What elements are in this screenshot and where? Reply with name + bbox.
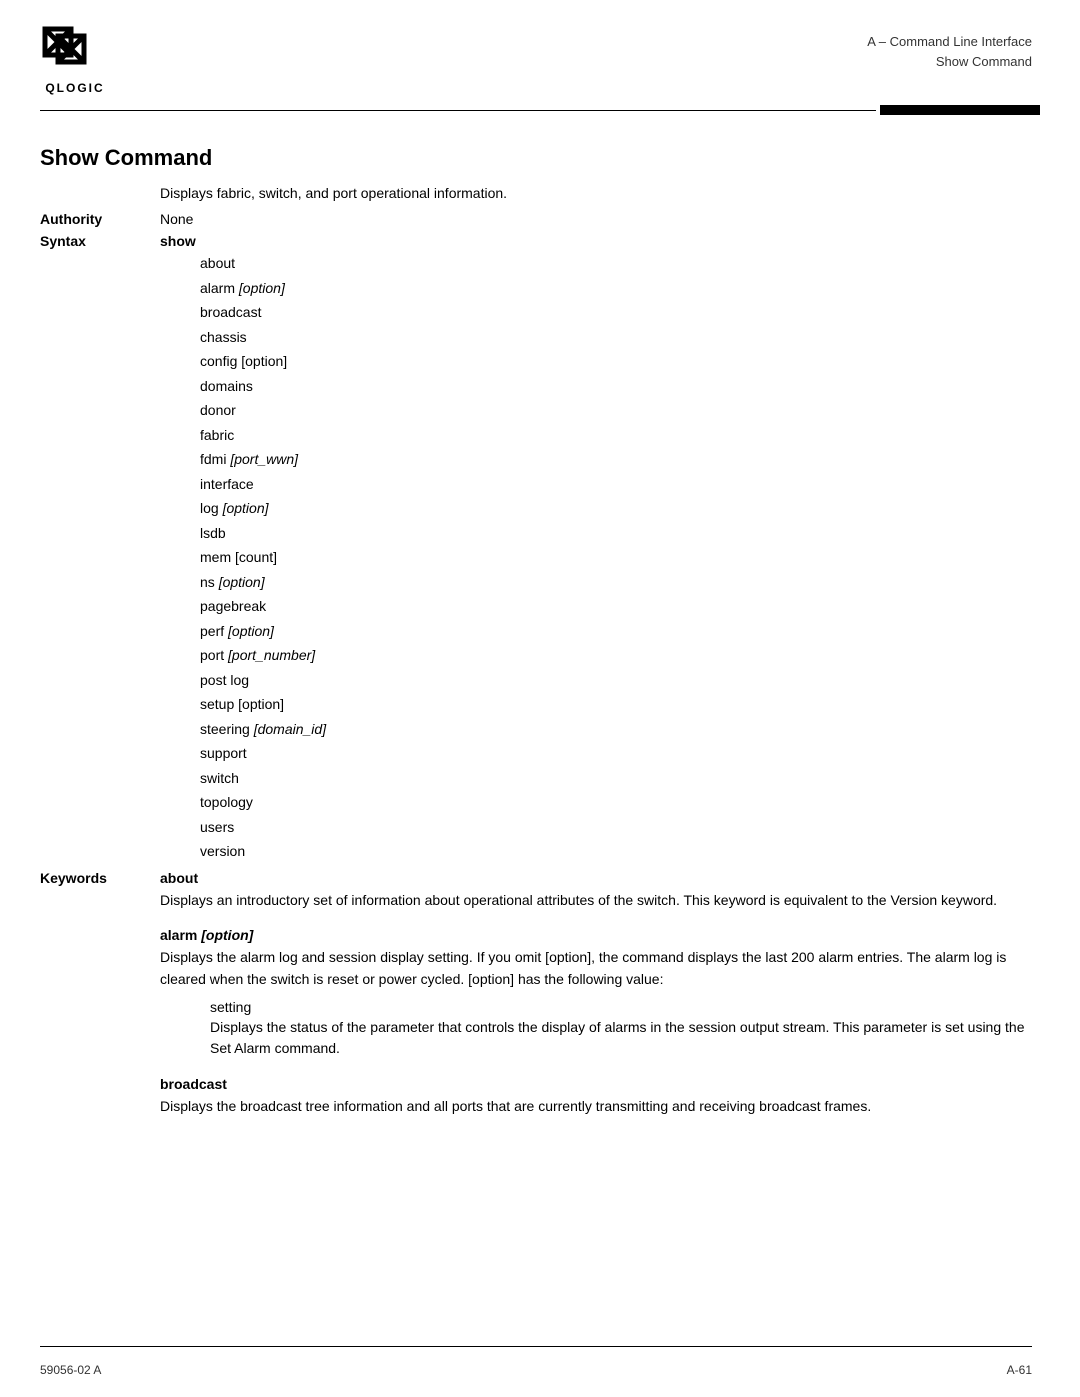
header-breadcrumb: A – Command Line Interface Show Command [867,24,1032,71]
keyword-title: broadcast [160,1076,1032,1092]
syntax-list-item: log [option] [200,496,1032,521]
keyword-sub: setting Displays the status of the parame… [210,999,1032,1060]
footer-right: A-61 [1007,1363,1032,1377]
keyword-title-italic: [option] [201,927,253,943]
syntax-list: aboutalarm [option]broadcastchassisconfi… [200,251,1032,864]
header-divider [40,105,1040,115]
syntax-item-italic: [option] [239,280,285,296]
syntax-content: show aboutalarm [option]broadcastchassis… [160,233,1032,864]
keyword-title-text: alarm [160,927,201,943]
syntax-list-item: support [200,741,1032,766]
keyword-sub-description: Displays the status of the parameter tha… [210,1017,1032,1060]
description: Displays fabric, switch, and port operat… [160,185,1032,201]
main-content: Show Command Displays fabric, switch, an… [0,115,1080,1180]
syntax-list-item: version [200,839,1032,864]
syntax-item-italic: [port_wwn] [230,451,298,467]
syntax-show-keyword: show [160,233,1032,249]
header: QLOGIC A – Command Line Interface Show C… [0,0,1080,95]
syntax-list-item: users [200,815,1032,840]
divider-line [40,110,876,111]
syntax-list-item: chassis [200,325,1032,350]
syntax-list-item: perf [option] [200,619,1032,644]
breadcrumb-line1: A – Command Line Interface [867,32,1032,52]
syntax-list-item: lsdb [200,521,1032,546]
divider-block [880,105,1040,115]
page-title: Show Command [40,145,1032,171]
syntax-item-italic: [port_number] [228,647,315,663]
keyword-title: alarm [option] [160,927,1032,943]
syntax-list-item: pagebreak [200,594,1032,619]
syntax-list-item: alarm [option] [200,276,1032,301]
footer-left: 59056-02 A [40,1363,101,1377]
keyword-entry: about Displays an introductory set of inf… [160,870,1032,912]
syntax-list-item: post log [200,668,1032,693]
footer-divider [40,1346,1032,1347]
syntax-list-item: port [port_number] [200,643,1032,668]
logo-text: QLOGIC [45,81,104,95]
syntax-list-item: mem [count] [200,545,1032,570]
syntax-list-item: donor [200,398,1032,423]
keyword-entry: alarm [option] Displays the alarm log and… [160,927,1032,1060]
syntax-item-italic: [option] [223,500,269,516]
syntax-item-plain: ns [200,574,219,590]
keyword-entry: broadcast Displays the broadcast tree inf… [160,1076,1032,1118]
syntax-list-item: broadcast [200,300,1032,325]
syntax-label: Syntax [40,233,160,249]
syntax-list-item: domains [200,374,1032,399]
syntax-item-plain: port [200,647,228,663]
authority-label: Authority [40,211,160,227]
syntax-list-item: setup [option] [200,692,1032,717]
keywords-label: Keywords [40,870,160,886]
syntax-list-item: switch [200,766,1032,791]
keyword-title: about [160,870,1032,886]
syntax-item-italic: [domain_id] [254,721,326,737]
syntax-item-plain: fdmi [200,451,230,467]
syntax-list-item: steering [domain_id] [200,717,1032,742]
authority-value: None [160,211,1032,227]
syntax-item-plain: perf [200,623,228,639]
keyword-description: Displays the alarm log and session displ… [160,947,1032,990]
keyword-description: Displays the broadcast tree information … [160,1096,1032,1118]
syntax-list-item: interface [200,472,1032,497]
keyword-description: Displays an introductory set of informat… [160,890,1032,912]
logo-area: QLOGIC [40,24,110,95]
syntax-item-plain: log [200,500,223,516]
syntax-list-item: fabric [200,423,1032,448]
syntax-item-plain: steering [200,721,254,737]
syntax-list-item: topology [200,790,1032,815]
syntax-item-italic: [option] [228,623,274,639]
authority-row: Authority None [40,211,1032,227]
syntax-row: Syntax show aboutalarm [option]broadcast… [40,233,1032,864]
syntax-list-item: fdmi [port_wwn] [200,447,1032,472]
breadcrumb-line2: Show Command [867,52,1032,72]
syntax-list-item: config [option] [200,349,1032,374]
page: QLOGIC A – Command Line Interface Show C… [0,0,1080,1397]
syntax-list-item: ns [option] [200,570,1032,595]
syntax-item-italic: [option] [219,574,265,590]
keywords-content: about Displays an introductory set of inf… [160,870,1032,1134]
keywords-row: Keywords about Displays an introductory s… [40,870,1032,1134]
footer: 59056-02 A A-61 [40,1363,1032,1377]
keyword-sub-title: setting [210,999,1032,1015]
syntax-list-item: about [200,251,1032,276]
qlogic-logo [40,24,110,79]
syntax-item-plain: alarm [200,280,239,296]
